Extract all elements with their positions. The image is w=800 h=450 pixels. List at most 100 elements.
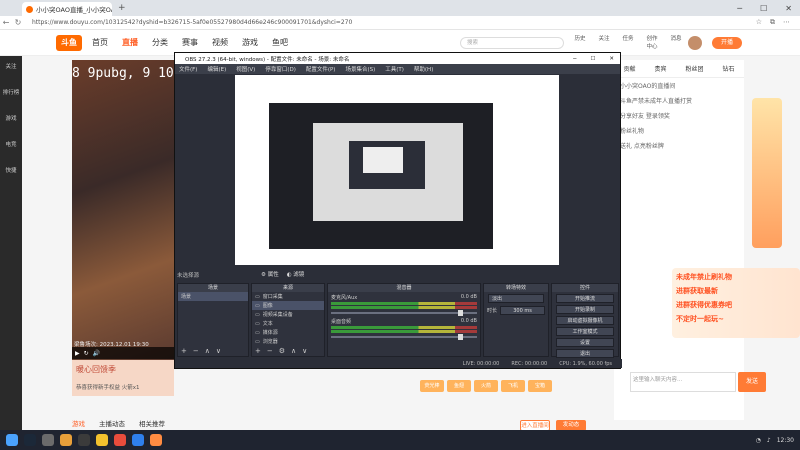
task-icon[interactable]: 任务 bbox=[620, 34, 636, 50]
chat-input[interactable]: 这里输入聊天内容... bbox=[630, 372, 736, 392]
video-player[interactable]: 8 9pubg, 9 10 梁鲁场次: 2023.12.01 19:30 bbox=[72, 60, 174, 360]
menu-file[interactable]: 文件(F) bbox=[179, 65, 197, 73]
source-item[interactable]: ▭ 浏览器 bbox=[252, 337, 324, 346]
obs-maximize-icon[interactable]: ☐ bbox=[590, 56, 595, 62]
minimize-icon[interactable]: ─ bbox=[737, 4, 742, 13]
start-icon[interactable] bbox=[6, 434, 18, 446]
message-icon[interactable]: 消息 bbox=[668, 34, 684, 50]
back-icon[interactable]: ← bbox=[0, 18, 12, 27]
tab-dynamics[interactable]: 主播动态 bbox=[99, 418, 125, 428]
source-down-icon[interactable]: ∨ bbox=[302, 347, 307, 355]
app-icon[interactable] bbox=[150, 434, 162, 446]
history-icon[interactable]: 历史 bbox=[572, 34, 588, 50]
tab-contribution[interactable]: 贡献 bbox=[623, 64, 635, 73]
app-icon[interactable] bbox=[60, 434, 72, 446]
steam-icon[interactable] bbox=[24, 434, 36, 446]
tab-recommend[interactable]: 相关推荐 bbox=[139, 418, 165, 428]
nav-item-live[interactable]: 直播 bbox=[122, 37, 138, 48]
promo-banner[interactable]: 暖心回馈季 恭喜获得新手权益 火箭x1 bbox=[72, 360, 174, 396]
new-tab-icon[interactable]: + bbox=[118, 3, 126, 13]
volume-knob[interactable] bbox=[458, 334, 463, 340]
down-icon[interactable]: ∨ bbox=[216, 347, 221, 355]
side-ad-banner[interactable] bbox=[752, 98, 782, 248]
up-icon[interactable]: ∧ bbox=[205, 347, 210, 355]
gift-item[interactable]: 荧光棒 bbox=[420, 380, 444, 392]
menu-scene-collection[interactable]: 场景集合(S) bbox=[345, 65, 375, 73]
sidebar-item-rank[interactable]: 排行榜 bbox=[0, 88, 22, 96]
tab-fans[interactable]: 粉丝团 bbox=[685, 64, 703, 73]
nav-item[interactable]: 鱼吧 bbox=[272, 37, 288, 48]
gift-item[interactable]: 鱼翅 bbox=[447, 380, 471, 392]
tab-vip[interactable]: 贵宾 bbox=[654, 64, 666, 73]
list-item[interactable]: 分享好友 登录领奖 bbox=[614, 108, 744, 123]
menu-edit[interactable]: 编辑(E) bbox=[207, 65, 226, 73]
nav-item[interactable]: 首页 bbox=[92, 37, 108, 48]
menu-docks[interactable]: 停靠窗口(D) bbox=[265, 65, 296, 73]
start-streaming-button[interactable]: 开始推流 bbox=[556, 294, 614, 303]
volume-knob[interactable] bbox=[458, 310, 463, 316]
volume-tray-icon[interactable]: ♪ bbox=[767, 437, 771, 444]
reload-icon[interactable]: ↻ bbox=[12, 18, 24, 27]
folder-icon[interactable] bbox=[96, 434, 108, 446]
settings-button[interactable]: 设置 bbox=[556, 338, 614, 347]
source-item[interactable]: ▭ 图像 bbox=[252, 301, 324, 310]
browser-tab[interactable]: 小小突OAO直播_小小突OAO视频 ✕ bbox=[22, 2, 112, 16]
sidebar-item-quick[interactable]: 快捷 bbox=[0, 166, 22, 174]
wifi-icon[interactable]: ◔ bbox=[756, 437, 761, 444]
nav-item[interactable]: 游戏 bbox=[242, 37, 258, 48]
volume-icon[interactable]: 🔊 bbox=[93, 350, 100, 357]
source-item[interactable]: ▭ 视频采集设备 bbox=[252, 310, 324, 319]
add-source-icon[interactable]: + bbox=[255, 347, 261, 355]
exit-button[interactable]: 退出 bbox=[556, 349, 614, 358]
tab-game[interactable]: 游戏 bbox=[72, 418, 85, 428]
obs-icon[interactable] bbox=[78, 434, 90, 446]
list-item[interactable]: 送礼 点亮粉丝牌 bbox=[614, 138, 744, 153]
volume-slider[interactable] bbox=[331, 334, 477, 340]
source-item[interactable]: ▭ 窗口采集 bbox=[252, 292, 324, 301]
virtual-camera-button[interactable]: 启动虚拟摄像机 bbox=[556, 316, 614, 325]
start-live-button[interactable]: 开播 bbox=[712, 37, 742, 49]
gift-item[interactable]: 飞机 bbox=[501, 380, 525, 392]
gift-item[interactable]: 宝箱 bbox=[528, 380, 552, 392]
nav-item[interactable]: 视频 bbox=[212, 37, 228, 48]
properties-button[interactable]: ⚙ 属性 bbox=[261, 270, 279, 278]
play-icon[interactable]: ▶ bbox=[75, 350, 80, 357]
source-up-icon[interactable]: ∧ bbox=[291, 347, 296, 355]
edge-icon[interactable] bbox=[132, 434, 144, 446]
send-button[interactable]: 发送 bbox=[738, 372, 766, 392]
maximize-icon[interactable]: ☐ bbox=[760, 4, 767, 13]
menu-help[interactable]: 帮助(H) bbox=[414, 65, 433, 73]
volume-slider[interactable] bbox=[331, 310, 477, 316]
douyu-logo[interactable]: 斗鱼 bbox=[56, 34, 82, 51]
sidebar-item-esports[interactable]: 电竞 bbox=[0, 140, 22, 148]
app-icon[interactable] bbox=[114, 434, 126, 446]
nav-item[interactable]: 分类 bbox=[152, 37, 168, 48]
source-item[interactable]: ▭ 文本 bbox=[252, 319, 324, 328]
menu-view[interactable]: 视图(V) bbox=[236, 65, 255, 73]
avatar[interactable] bbox=[688, 36, 702, 50]
star-icon[interactable]: ☆ bbox=[756, 18, 762, 27]
nav-item[interactable]: 赛事 bbox=[182, 37, 198, 48]
app-icon[interactable] bbox=[42, 434, 54, 446]
start-recording-button[interactable]: 开始录制 bbox=[556, 305, 614, 314]
remove-source-icon[interactable]: − bbox=[267, 347, 273, 355]
extensions-icon[interactable]: ⧉ bbox=[770, 18, 775, 27]
source-item[interactable]: ▭ 媒体源 bbox=[252, 328, 324, 337]
menu-icon[interactable]: ⋯ bbox=[783, 18, 790, 27]
sidebar-item-game[interactable]: 游戏 bbox=[0, 114, 22, 122]
source-settings-icon[interactable]: ⚙ bbox=[279, 347, 285, 355]
refresh-icon[interactable]: ↻ bbox=[84, 350, 89, 357]
sidebar-item-follow[interactable]: 关注 bbox=[0, 62, 22, 70]
obs-preview[interactable] bbox=[235, 75, 559, 265]
search-input[interactable]: 搜索 bbox=[460, 37, 564, 49]
scene-item[interactable]: 场景 bbox=[178, 292, 248, 301]
menu-tools[interactable]: 工具(T) bbox=[385, 65, 404, 73]
follow-icon[interactable]: 关注 bbox=[596, 34, 612, 50]
studio-mode-button[interactable]: 工作室模式 bbox=[556, 327, 614, 336]
close-icon[interactable]: ✕ bbox=[785, 4, 792, 13]
url-field[interactable]: https://www.douyu.com/10312542?dyshid=b3… bbox=[32, 19, 756, 26]
add-icon[interactable]: + bbox=[181, 347, 187, 355]
filters-button[interactable]: ◐ 滤镜 bbox=[287, 270, 305, 278]
remove-icon[interactable]: − bbox=[193, 347, 199, 355]
obs-close-icon[interactable]: ✕ bbox=[609, 56, 614, 62]
